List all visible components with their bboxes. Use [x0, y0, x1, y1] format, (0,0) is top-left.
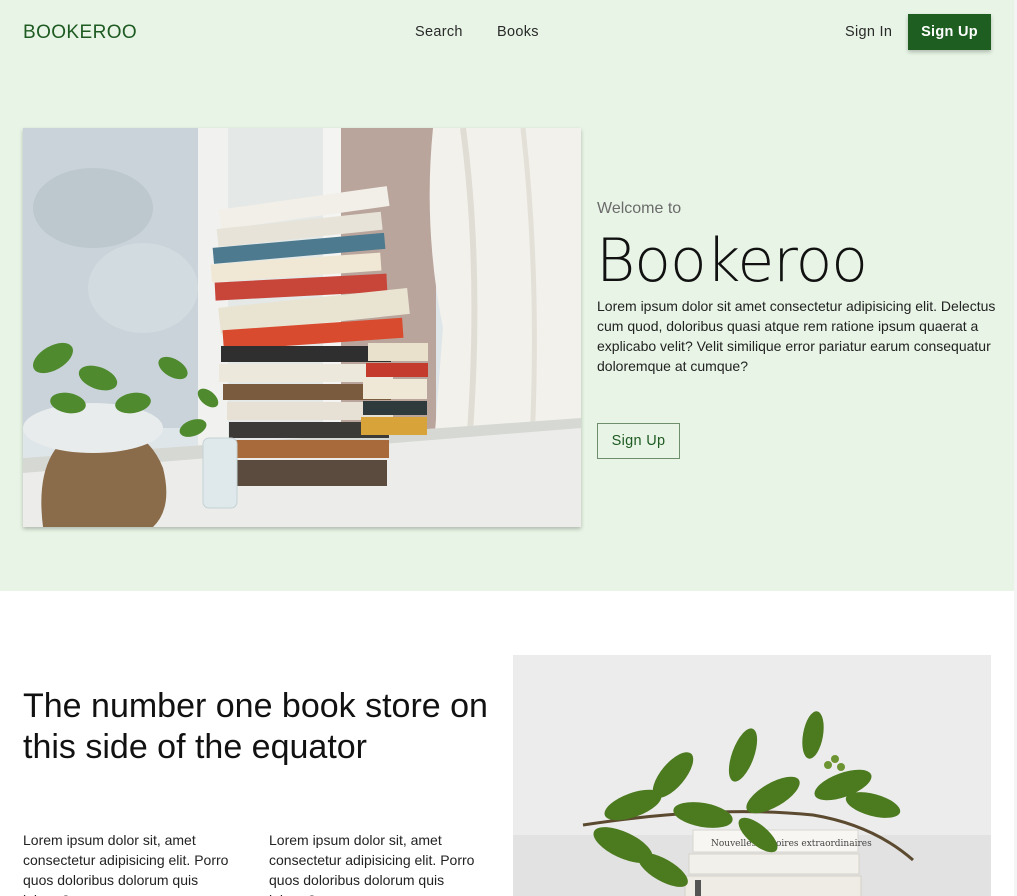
nav-link-books[interactable]: Books [497, 24, 539, 40]
hero-title: Bookeroo [596, 226, 868, 296]
welcome-label: Welcome to [597, 200, 682, 217]
hero-sign-up-button[interactable]: Sign Up [597, 423, 680, 459]
hero-description: Lorem ipsum dolor sit amet consectetur a… [597, 298, 996, 374]
feature-column-1: Lorem ipsum dolor sit, amet consectetur … [23, 832, 229, 896]
book-spine-text: Nouvelles histoires extraordinaires [711, 839, 872, 849]
feature-column-2: Lorem ipsum dolor sit, amet consectetur … [269, 832, 475, 896]
hero-books-image [23, 128, 581, 527]
books-leaves-image: Nouvelles histoires extraordinaires [513, 655, 991, 896]
brand-logo[interactable]: BOOKEROO [23, 22, 137, 44]
sign-up-button[interactable]: Sign Up [908, 14, 991, 50]
nav-link-search[interactable]: Search [415, 24, 463, 40]
feature-title: The number one book store on this side o… [23, 687, 488, 766]
sign-in-link[interactable]: Sign In [845, 24, 892, 40]
